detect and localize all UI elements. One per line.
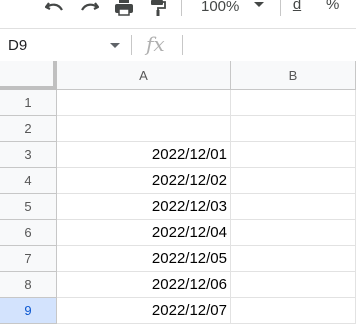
cell-b6[interactable] bbox=[231, 220, 356, 246]
table-row: 8 2022/12/06 bbox=[0, 272, 356, 298]
row-header[interactable]: 2 bbox=[0, 116, 57, 142]
formula-bar: D9 fx bbox=[0, 28, 356, 61]
table-row: 6 2022/12/04 bbox=[0, 220, 356, 246]
cell-a9[interactable]: 2022/12/07 bbox=[57, 298, 231, 324]
select-all-corner[interactable] bbox=[0, 61, 57, 90]
paint-format-icon bbox=[151, 0, 166, 16]
sheet-grid: A B 1 2 3 2022/12/01 4 2022/12/02 5 2022… bbox=[0, 61, 356, 327]
chevron-down-icon bbox=[110, 43, 120, 48]
table-row: 7 2022/12/05 bbox=[0, 246, 356, 272]
formula-bar-divider bbox=[131, 35, 132, 55]
toolbar: 100% d % bbox=[0, 0, 356, 24]
cell-b4[interactable] bbox=[231, 168, 356, 194]
row-header[interactable]: 9 bbox=[0, 298, 57, 324]
cell-a2[interactable] bbox=[57, 116, 231, 142]
table-row: 9 2022/12/07 bbox=[0, 298, 356, 324]
redo-button[interactable] bbox=[76, 0, 102, 16]
row-header[interactable]: 6 bbox=[0, 220, 57, 246]
table-row: 3 2022/12/01 bbox=[0, 142, 356, 168]
cell-a6[interactable]: 2022/12/04 bbox=[57, 220, 231, 246]
row-header[interactable]: 8 bbox=[0, 272, 57, 298]
row-header[interactable]: 7 bbox=[0, 246, 57, 272]
cell-b7[interactable] bbox=[231, 246, 356, 272]
cell-b3[interactable] bbox=[231, 142, 356, 168]
name-box[interactable]: D9 bbox=[0, 29, 130, 61]
cell-a3[interactable]: 2022/12/01 bbox=[57, 142, 231, 168]
table-row: 2 bbox=[0, 116, 356, 142]
cell-b8[interactable] bbox=[231, 272, 356, 298]
cell-a5[interactable]: 2022/12/03 bbox=[57, 194, 231, 220]
zoom-value: 100% bbox=[201, 0, 240, 15]
undo-button[interactable] bbox=[42, 0, 68, 16]
table-row: 5 2022/12/03 bbox=[0, 194, 356, 220]
currency-format-button[interactable]: d bbox=[290, 0, 304, 13]
table-row: 1 bbox=[0, 90, 356, 116]
cell-b9[interactable] bbox=[231, 298, 356, 324]
cell-a1[interactable] bbox=[57, 90, 231, 116]
table-row: 4 2022/12/02 bbox=[0, 168, 356, 194]
toolbar-divider bbox=[181, 0, 182, 16]
redo-icon bbox=[81, 2, 99, 11]
zoom-select[interactable]: 100% bbox=[194, 0, 272, 16]
formula-input[interactable] bbox=[190, 29, 350, 61]
cell-b1[interactable] bbox=[231, 90, 356, 116]
row-header[interactable]: 5 bbox=[0, 194, 57, 220]
print-icon bbox=[115, 0, 133, 16]
print-button[interactable] bbox=[111, 0, 137, 16]
name-box-value: D9 bbox=[8, 36, 28, 54]
cell-a7[interactable]: 2022/12/05 bbox=[57, 246, 231, 272]
row-header[interactable]: 3 bbox=[0, 142, 57, 168]
cell-b5[interactable] bbox=[231, 194, 356, 220]
row-header[interactable]: 4 bbox=[0, 168, 57, 194]
cell-a4[interactable]: 2022/12/02 bbox=[57, 168, 231, 194]
column-header-b[interactable]: B bbox=[231, 61, 356, 90]
paint-format-button[interactable] bbox=[145, 0, 171, 16]
cell-a8[interactable]: 2022/12/06 bbox=[57, 272, 231, 298]
formula-bar-divider bbox=[182, 35, 183, 55]
fx-icon: fx bbox=[146, 32, 165, 56]
row-header[interactable]: 1 bbox=[0, 90, 57, 116]
undo-icon bbox=[45, 2, 63, 11]
toolbar-divider bbox=[280, 0, 281, 16]
column-header-a[interactable]: A bbox=[57, 61, 231, 90]
cell-b2[interactable] bbox=[231, 116, 356, 142]
spreadsheet-app: 100% d % D9 fx A B 1 2 3 2022/12/01 4 20… bbox=[0, 0, 356, 327]
chevron-down-icon bbox=[254, 2, 264, 7]
percent-format-button[interactable]: % bbox=[326, 0, 339, 13]
